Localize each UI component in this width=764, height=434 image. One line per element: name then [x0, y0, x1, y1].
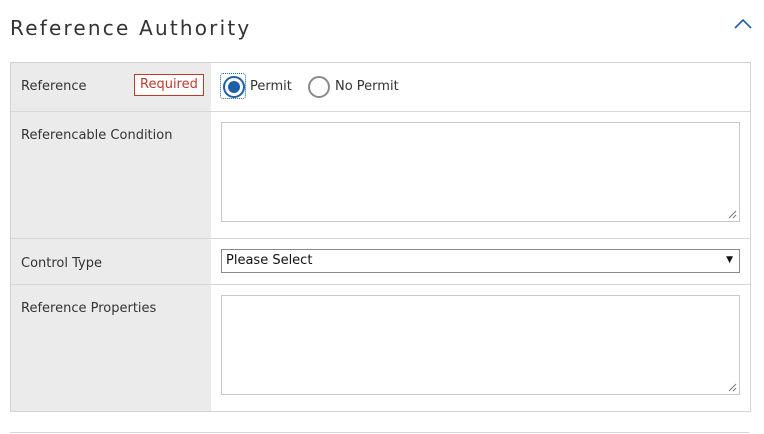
referencable-condition-value-cell — [211, 112, 750, 238]
reference-properties-label: Reference Properties — [21, 301, 157, 316]
control-type-row: Control Type Please Select ▼ — [11, 239, 750, 285]
control-type-select[interactable]: Please Select ▼ — [221, 249, 740, 273]
referencable-condition-textarea[interactable] — [221, 122, 740, 222]
radio-checked-icon[interactable] — [223, 76, 245, 98]
control-type-selected-value: Please Select — [226, 253, 313, 268]
resize-grip-icon[interactable] — [728, 210, 737, 219]
radio-unchecked-icon[interactable] — [308, 76, 330, 98]
reference-value-cell: Permit No Permit — [211, 63, 750, 111]
control-type-label: Control Type — [21, 256, 102, 271]
referencable-condition-label-cell: Referencable Condition — [11, 112, 211, 238]
dropdown-arrow-icon: ▼ — [726, 255, 733, 265]
no-permit-radio[interactable]: No Permit — [308, 76, 408, 98]
required-badge: Required — [134, 74, 204, 96]
chevron-up-icon — [734, 18, 752, 29]
reference-properties-label-cell: Reference Properties — [11, 285, 211, 411]
collapse-button[interactable] — [732, 16, 754, 32]
reference-authority-form: Reference Required Permit No Permit Refe… — [10, 62, 751, 412]
resize-grip-icon[interactable] — [728, 383, 737, 392]
no-permit-radio-label[interactable]: No Permit — [335, 79, 399, 94]
referencable-condition-row: Referencable Condition — [11, 112, 750, 239]
control-type-label-cell: Control Type — [11, 239, 211, 284]
permit-radio[interactable]: Permit — [220, 73, 293, 99]
reference-label-cell: Reference Required — [11, 63, 211, 111]
reference-properties-value-cell — [211, 285, 750, 411]
referencable-condition-label: Referencable Condition — [21, 128, 173, 143]
reference-row: Reference Required Permit No Permit — [11, 63, 750, 112]
reference-properties-textarea[interactable] — [221, 295, 740, 395]
section-header: Reference Authority — [10, 16, 754, 46]
reference-label: Reference — [21, 79, 87, 94]
section-title: Reference Authority — [10, 16, 252, 40]
section-divider — [10, 432, 749, 433]
reference-properties-row: Reference Properties — [11, 285, 750, 411]
permit-radio-label[interactable]: Permit — [250, 79, 292, 94]
control-type-value-cell: Please Select ▼ — [211, 239, 750, 284]
